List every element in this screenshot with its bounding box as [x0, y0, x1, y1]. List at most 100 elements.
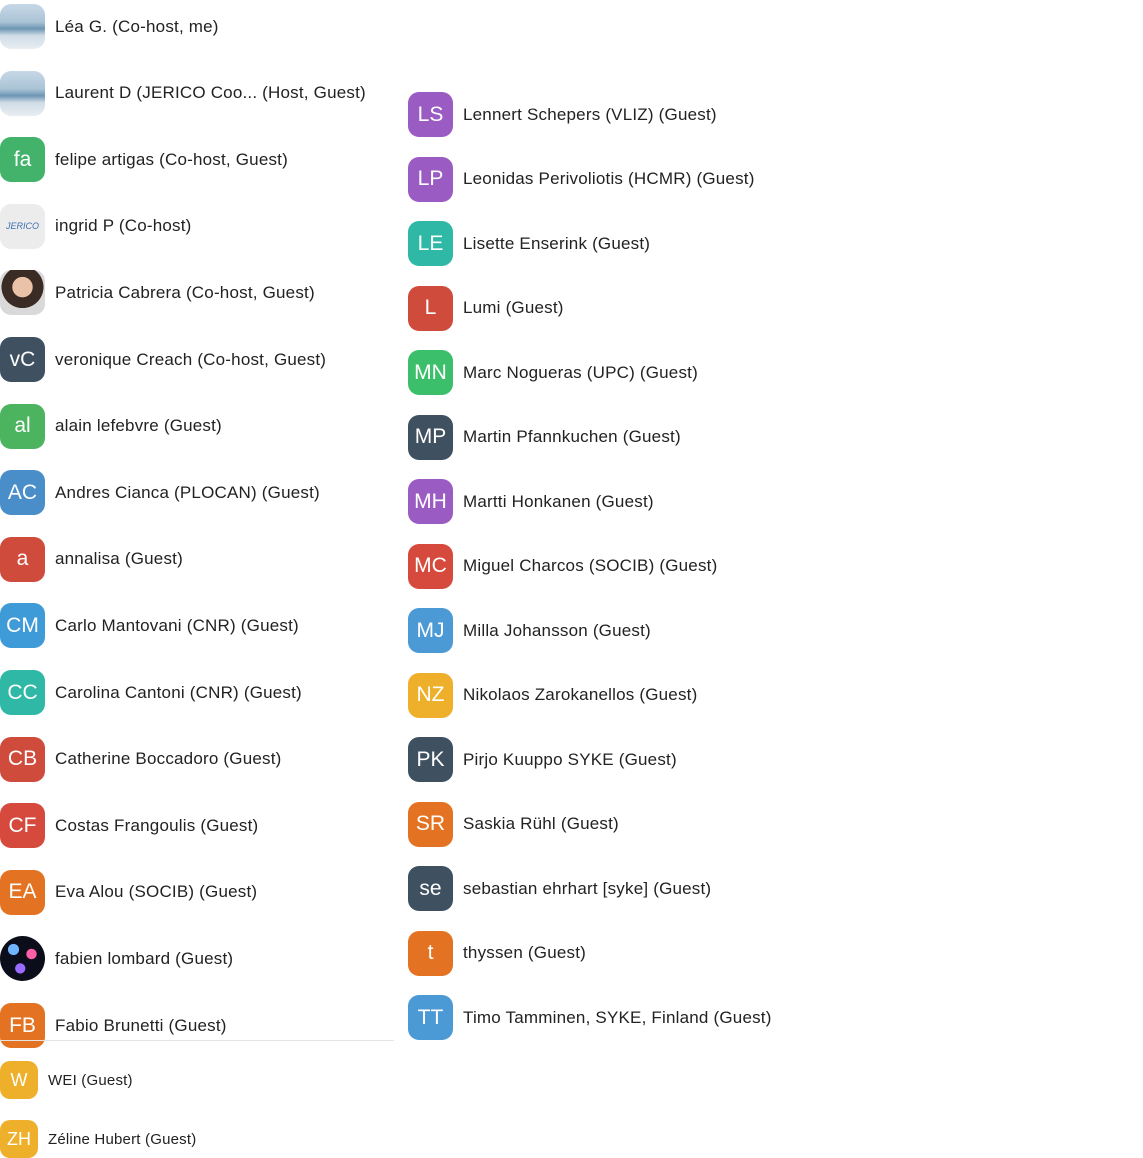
avatar-initials: AC [7, 480, 38, 504]
participant-row[interactable]: PK Pirjo Kuuppo SYKE (Guest) [408, 737, 677, 782]
participant-row[interactable]: AC Andres Cianca (PLOCAN) (Guest) [0, 470, 320, 516]
avatar-initials: fa [13, 147, 32, 171]
avatar: LP [408, 156, 453, 202]
avatar-initials: W [10, 1069, 28, 1090]
participant-name: Costas Frangoulis (Guest) [55, 815, 259, 835]
participant-name: Saskia Rühl (Guest) [463, 814, 619, 833]
avatar: MC [408, 543, 453, 589]
participant-name: Leonidas Perivoliotis (HCMR) (Guest) [463, 169, 755, 188]
avatar [0, 70, 45, 116]
avatar-initials: CB [7, 747, 38, 771]
avatar-initials: MJ [416, 618, 445, 642]
avatar: SR [408, 801, 453, 847]
participant-row[interactable]: Patricia Cabrera (Co-host, Guest) [0, 270, 315, 316]
participant-row[interactable]: MC Miguel Charcos (SOCIB) (Guest) [408, 543, 717, 589]
avatar-initials: ZH [7, 1128, 31, 1149]
avatar: vC [0, 337, 45, 382]
avatar-initials: L [424, 296, 437, 319]
participant-name: Carolina Cantoni (CNR) (Guest) [55, 682, 302, 702]
avatar: AC [0, 470, 45, 516]
participant-name: alain lefebvre (Guest) [55, 416, 222, 436]
avatar: LS [408, 92, 453, 137]
participant-row[interactable]: CB Catherine Boccadoro (Guest) [0, 736, 282, 782]
avatar: PK [408, 737, 453, 782]
participant-name: annalisa (Guest) [55, 549, 183, 569]
avatar-initials: MN [414, 360, 447, 384]
participant-row[interactable]: a annalisa (Guest) [0, 536, 183, 582]
participant-row[interactable]: fabien lombard (Guest) [0, 936, 234, 982]
participant-row[interactable]: al alain lefebvre (Guest) [0, 403, 222, 449]
participant-row[interactable]: vC veronique Creach (Co-host, Guest) [0, 337, 326, 382]
participant-row[interactable]: ZH Zéline Hubert (Guest) [0, 1120, 196, 1158]
avatar: L [408, 285, 453, 331]
participant-name: Timo Tamminen, SYKE, Finland (Guest) [463, 1007, 772, 1027]
participant-name: Lumi (Guest) [463, 298, 564, 317]
participant-row[interactable]: SR Saskia Rühl (Guest) [408, 801, 619, 847]
participant-name: Andres Cianca (PLOCAN) (Guest) [55, 482, 320, 502]
participant-name: Léa G. (Co-host, me) [55, 16, 219, 36]
participant-row[interactable]: se sebastian ehrhart [syke] (Guest) [408, 866, 711, 911]
participant-row[interactable]: Laurent D (JERICO Coo... (Host, Guest) [0, 70, 366, 116]
avatar-initials: CC [7, 680, 38, 704]
participant-row[interactable]: Léa G. (Co-host, me) [0, 4, 219, 49]
avatar-initials: TT [417, 1005, 444, 1029]
avatar-initials: CF [8, 813, 37, 837]
participant-name: Nikolaos Zarokanellos (Guest) [463, 685, 698, 704]
avatar-initials: LS [417, 102, 444, 126]
avatar: se [408, 866, 453, 911]
participant-row[interactable]: FB Fabio Brunetti (Guest) [0, 1003, 227, 1048]
avatar-initials: PK [416, 747, 445, 771]
avatar: al [0, 403, 45, 449]
participant-name: Lisette Enserink (Guest) [463, 233, 651, 253]
avatar-initials: MH [414, 489, 447, 513]
list-divider [0, 1040, 394, 1041]
participant-name: felipe artigas (Co-host, Guest) [55, 149, 288, 169]
avatar-initials: SR [415, 812, 446, 835]
participant-row[interactable]: CC Carolina Cantoni (CNR) (Guest) [0, 670, 302, 715]
avatar-initials: NZ [416, 683, 445, 706]
avatar: MN [408, 350, 453, 395]
participant-row[interactable]: t thyssen (Guest) [408, 930, 586, 976]
participant-row[interactable]: W WEI (Guest) [0, 1061, 133, 1099]
avatar: MH [408, 479, 453, 524]
participant-row[interactable]: TT Timo Tamminen, SYKE, Finland (Guest) [408, 995, 772, 1040]
participant-name: Milla Johansson (Guest) [463, 620, 651, 640]
participant-row[interactable]: EA Eva Alou (SOCIB) (Guest) [0, 869, 258, 915]
participant-name: Eva Alou (SOCIB) (Guest) [55, 882, 258, 902]
participant-row[interactable]: MP Martin Pfannkuchen (Guest) [408, 414, 681, 460]
participant-row[interactable]: CF Costas Frangoulis (Guest) [0, 803, 259, 849]
participant-row[interactable]: MH Martti Honkanen (Guest) [408, 479, 654, 524]
participant-name: Zéline Hubert (Guest) [48, 1130, 197, 1148]
participant-name: Catherine Boccadoro (Guest) [55, 749, 282, 769]
participant-row[interactable]: MJ Milla Johansson (Guest) [408, 608, 651, 653]
avatar: CB [0, 736, 45, 782]
avatar-initials: EA [8, 880, 37, 904]
participant-row[interactable]: fa felipe artigas (Co-host, Guest) [0, 137, 288, 183]
participant-name: fabien lombard (Guest) [55, 948, 234, 968]
participant-row[interactable]: LE Lisette Enserink (Guest) [408, 221, 650, 266]
participant-row[interactable]: JERICO ingrid P (Co-host) [0, 203, 192, 249]
avatar: CM [0, 603, 45, 649]
avatar-initials: CM [6, 613, 39, 637]
avatar-initials: LE [417, 231, 444, 255]
avatar: JERICO [0, 203, 45, 249]
avatar: W [0, 1061, 38, 1099]
avatar: EA [0, 869, 45, 915]
participant-row[interactable]: MN Marc Nogueras (UPC) (Guest) [408, 350, 698, 395]
avatar [0, 936, 45, 982]
participant-row[interactable]: L Lumi (Guest) [408, 285, 564, 331]
avatar: t [408, 930, 453, 976]
participant-row[interactable]: CM Carlo Mantovani (CNR) (Guest) [0, 603, 299, 649]
participant-name: Martti Honkanen (Guest) [463, 491, 654, 511]
participant-name: WEI (Guest) [48, 1071, 133, 1089]
avatar [0, 270, 45, 316]
avatar [0, 4, 45, 49]
participant-name: Fabio Brunetti (Guest) [55, 1015, 227, 1035]
participant-row[interactable]: LS Lennert Schepers (VLIZ) (Guest) [408, 92, 717, 137]
avatar-initials: t [427, 941, 434, 964]
participant-row[interactable]: NZ Nikolaos Zarokanellos (Guest) [408, 672, 698, 718]
participant-row[interactable]: LP Leonidas Perivoliotis (HCMR) (Guest) [408, 156, 755, 202]
logo-text: JERICO [5, 221, 39, 232]
participant-name: sebastian ehrhart [syke] (Guest) [463, 878, 712, 898]
avatar: TT [408, 995, 453, 1040]
